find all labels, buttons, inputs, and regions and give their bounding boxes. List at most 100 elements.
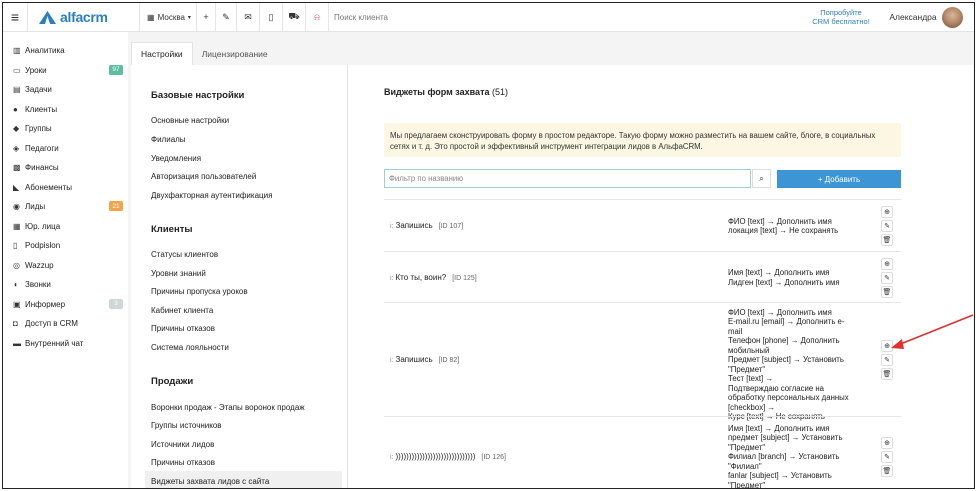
user-name[interactable]: Александра [885,3,941,31]
widget-id: [ID 125] [452,274,477,282]
menu-icon[interactable]: ≡ [3,3,27,31]
finance-icon: ▩ [13,163,21,172]
sidebar-item[interactable]: ▦ Юр. лица [13,218,123,235]
sidebar-item[interactable]: ▩ Финансы [13,159,123,176]
widget-row: i: Запишись [ID 82] ФИО [text] → Дополнить … [384,302,901,421]
cart-icon[interactable]: ⛟ [283,3,305,31]
mobile-icon[interactable]: ▯ [260,3,282,31]
sidebar-item[interactable]: ◖ Звонки [13,276,123,293]
info-notice: Мы предлагаем сконструировать форму в пр… [384,123,901,157]
settings-menu-item[interactable]: Филиалы [151,135,186,144]
field-mapping: fanlar [subject] → Установить [728,471,832,481]
field-mapping: ФИО [text] → Дополнить имя [728,216,832,226]
sidebar-item[interactable]: ◎ Wazzup [13,257,123,274]
sidebar-item-label: Информер [25,299,66,309]
city-selector[interactable]: ▦ Москва ▾ [145,3,193,31]
top-bar: ≡ alfacrm ▦ Москва ▾ + ✎ ✉ ▯ ⛟ ⍾ Поиск к… [3,3,974,32]
trash-icon[interactable]: 🗑 [881,234,893,246]
field-mapping: "Предмет" [728,364,766,374]
widget-name[interactable]: i:)))))))))))))))))))))))))))))) [ID 126] [390,452,506,461]
settings-menu-item[interactable]: Источники лидов [151,440,214,449]
widget-fields: Имя [text] → Дополнить имя Лидген [text] … [728,268,853,287]
city-label: Москва [157,12,185,22]
informer-icon: ▣ [13,299,21,309]
section-title-base: Базовые настройки [151,90,245,101]
settings-menu-item[interactable]: Уведомления [151,154,201,163]
settings-menu-item[interactable]: Основные настройки [151,116,229,125]
settings-menu-item[interactable]: Виджеты захвата лидов с сайта [145,471,342,488]
red-arrow-annotation [891,314,974,349]
sidebar-item[interactable]: ◉ Лиды 21 [13,198,123,215]
sidebar-item[interactable]: ▯ Podpislon [13,237,123,254]
tab-licensing[interactable]: Лицензирование [193,42,277,65]
sidebar-item[interactable]: ▭ Уроки 97 [13,62,123,79]
sidebar-item[interactable]: ◣ Абонементы [13,179,123,196]
settings-menu-item[interactable]: Статусы клиентов [151,250,218,259]
wrench-icon[interactable]: ✎ [216,3,236,31]
widget-fields: Имя [text] → Дополнить имя предмет [subje… [728,424,853,489]
trash-icon[interactable]: 🗑 [881,368,893,380]
calendar-icon: ▭ [13,65,21,75]
add-widget-button[interactable]: + Добавить [777,170,901,188]
edit-icon[interactable]: ✎ [881,451,893,463]
settings-menu-item[interactable]: Кабинет клиента [151,306,213,315]
settings-menu: Базовые настройки Клиенты Продажи Основн… [131,65,348,488]
field-mapping: мобильный [728,345,770,355]
edit-icon[interactable]: ✎ [881,354,893,366]
widget-name[interactable]: i: Кто ты, воин? [ID 125] [390,273,477,282]
logo[interactable]: alfacrm [39,3,125,31]
plus-icon[interactable]: + [197,3,215,31]
search-icon[interactable]: ⌕ [752,169,771,188]
sidebar: ▥ Аналитика ▭ Уроки 97 ▤ Задачи ● Клиенты ◆ Группы… [3,32,128,488]
sidebar-item-label: Wazzup [25,260,54,270]
embed-code-icon[interactable]: ⊕ [881,257,893,270]
whatsapp-icon: ◎ [13,260,20,270]
mail-icon[interactable]: ✉ [237,3,259,31]
sidebar-item-label: Уроки [25,65,47,75]
settings-menu-item[interactable]: Причины отказов [151,458,215,467]
settings-menu-item[interactable]: Группы источников [151,421,222,430]
settings-menu-item[interactable]: Двухфакторная аутентификация [151,191,272,200]
widget-row: i: Запишись [ID 107] ФИО [text] → Дополнить… [384,199,901,251]
sidebar-item[interactable]: ▥ Аналитика [13,42,123,59]
trash-icon[interactable]: 🗑 [881,285,893,298]
logo-icon [39,10,56,24]
widget-name[interactable]: i: Запишись [ID 107] [390,221,463,230]
tab-settings[interactable]: Настройки [131,42,193,65]
field-mapping: E-mail.ru [email] → Дополнить e-mail [728,317,845,336]
logo-text: alfacrm [60,9,108,25]
filter-input[interactable]: Фильтр по названию [384,169,751,188]
field-mapping: Подтверждаю согласие на [728,383,825,393]
edit-icon[interactable]: ✎ [881,271,893,284]
embed-code-icon[interactable]: ⊕ [881,206,893,218]
sidebar-item[interactable]: ◆ Группы [13,120,123,137]
edit-icon[interactable]: ✎ [881,220,893,232]
building-icon: ▦ [147,12,155,22]
field-mapping: "Предмет" [728,480,766,489]
embed-code-icon[interactable]: ⊕ [881,437,893,449]
sidebar-item[interactable]: ▬ Внутренний чат [13,335,123,352]
promo-link[interactable]: Попробуйте CRM бесплатно! [808,3,874,31]
settings-menu-item[interactable]: Причины отказов [151,324,215,333]
settings-menu-item[interactable]: Система лояльности [151,343,229,352]
sidebar-item[interactable]: ● Клиенты [13,101,123,118]
widget-fields: ФИО [text] → Дополнить имя E-mail.ru [ema… [728,308,853,422]
widget-name[interactable]: i: Запишись [ID 82] [390,355,459,364]
settings-menu-item[interactable]: Авторизация пользователей [151,172,256,181]
settings-menu-item[interactable]: Уровни знаний [151,269,206,278]
promo-line-1: Попробуйте [820,8,862,17]
trash-icon[interactable]: 🗑 [881,465,893,477]
sidebar-item[interactable]: ▣ Информер 3 [13,296,123,313]
phone-icon: ◖ [13,280,18,289]
settings-panel: Базовые настройки Клиенты Продажи Основн… [131,65,974,489]
avatar[interactable] [942,7,963,28]
sidebar-item[interactable]: ◘ Доступ в CRM [13,315,123,332]
sidebar-item-label: Юр. лица [25,221,61,231]
client-search-input[interactable]: Поиск клиента [334,3,534,31]
settings-menu-item[interactable]: Воронки продаж - Этапы воронок продаж [151,403,305,412]
sidebar-item[interactable]: ▤ Задачи [13,81,123,98]
settings-menu-item[interactable]: Причины пропуска уроков [151,287,248,296]
analytics-icon: ▥ [13,46,21,55]
bell-icon[interactable]: ⍾ [306,3,328,31]
sidebar-item[interactable]: ◈ Педагоги [13,140,123,157]
